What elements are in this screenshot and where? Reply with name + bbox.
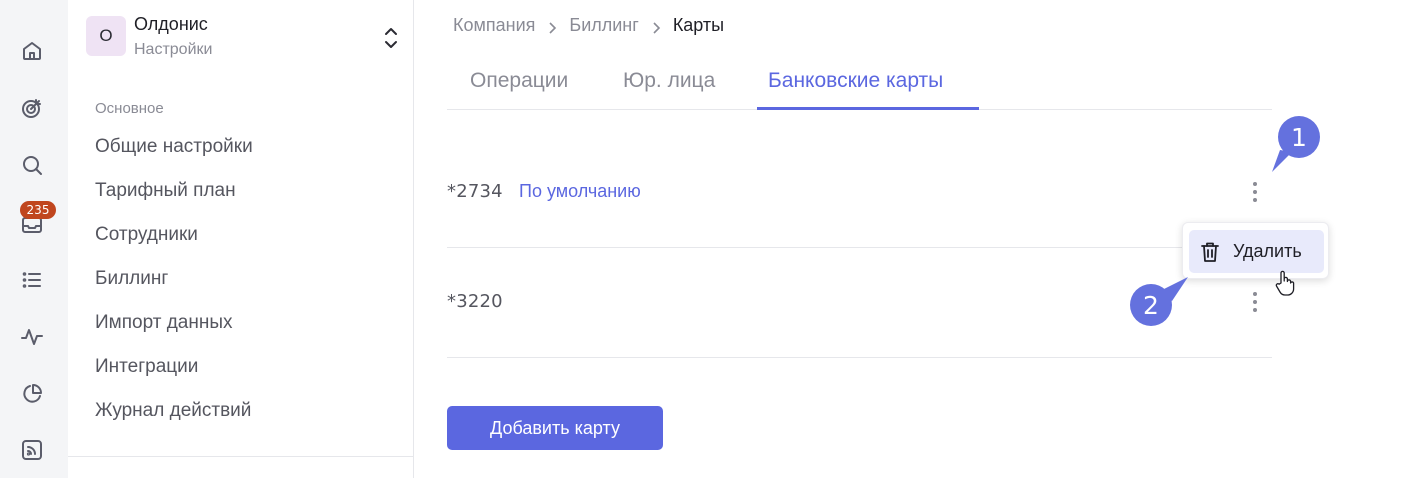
breadcrumb: Компания Биллинг Карты [453,15,724,36]
breadcrumb-cards: Карты [672,15,725,35]
delete-label: Удалить [1233,241,1302,261]
breadcrumb-company[interactable]: Компания [453,15,535,36]
icon-rail: 235 [0,0,68,478]
divider [68,456,413,457]
org-avatar: О [86,16,126,56]
trash-icon [1201,242,1219,262]
activity-icon[interactable] [14,319,50,355]
chevron-up-down-icon[interactable] [380,24,402,52]
sidebar-item-employees[interactable]: Сотрудники [95,224,198,246]
breadcrumb-billing[interactable]: Биллинг [569,15,638,36]
settings-sidebar: О Олдонис Настройки Основное Общие настр… [68,0,414,478]
sidebar-item-tariff-plan[interactable]: Тарифный план [95,180,236,202]
list-icon[interactable] [14,262,50,298]
sidebar-item-general-settings[interactable]: Общие настройки [95,136,253,158]
pie-chart-icon[interactable] [14,376,50,412]
add-card-button[interactable]: Добавить карту [447,406,663,450]
tab-bar: Операции Юр. лица Банковские карты [447,60,1272,110]
delete-card-button[interactable]: Удалить [1189,230,1324,273]
target-icon[interactable] [14,90,50,126]
org-name: Олдонис [134,14,208,34]
tab-bank-cards[interactable]: Банковские карты [768,69,943,93]
callout-pointer [1272,150,1292,172]
rss-icon[interactable] [14,432,50,468]
more-options-icon[interactable] [1246,178,1264,206]
chevron-right-icon [546,19,558,34]
card-row: *2734 По умолчанию [447,138,1272,248]
sidebar-item-activity-log[interactable]: Журнал действий [95,400,251,422]
sidebar-item-billing[interactable]: Биллинг [95,268,168,290]
tab-legal-entities[interactable]: Юр. лица [623,69,715,93]
sidebar-item-data-import[interactable]: Импорт данных [95,312,233,334]
org-subtitle: Настройки [134,41,213,58]
card-number: *2734 [447,181,503,202]
default-card-label[interactable]: По умолчанию [519,181,641,202]
card-actions-menu: Удалить [1182,222,1329,279]
home-icon[interactable] [14,33,50,69]
more-options-icon[interactable] [1246,288,1264,316]
callout-pointer [1160,277,1188,301]
tab-operations[interactable]: Операции [470,69,568,93]
hand-pointer-icon [1275,270,1295,296]
active-tab-indicator [757,107,979,110]
chevron-right-icon [650,19,662,34]
section-label-main: Основное [95,100,164,117]
inbox-count-badge: 235 [20,201,56,219]
organization-switcher[interactable]: О Олдонис Настройки [86,14,406,62]
sidebar-item-integrations[interactable]: Интеграции [95,356,198,378]
card-number: *3220 [447,291,503,312]
search-icon[interactable] [14,147,50,183]
